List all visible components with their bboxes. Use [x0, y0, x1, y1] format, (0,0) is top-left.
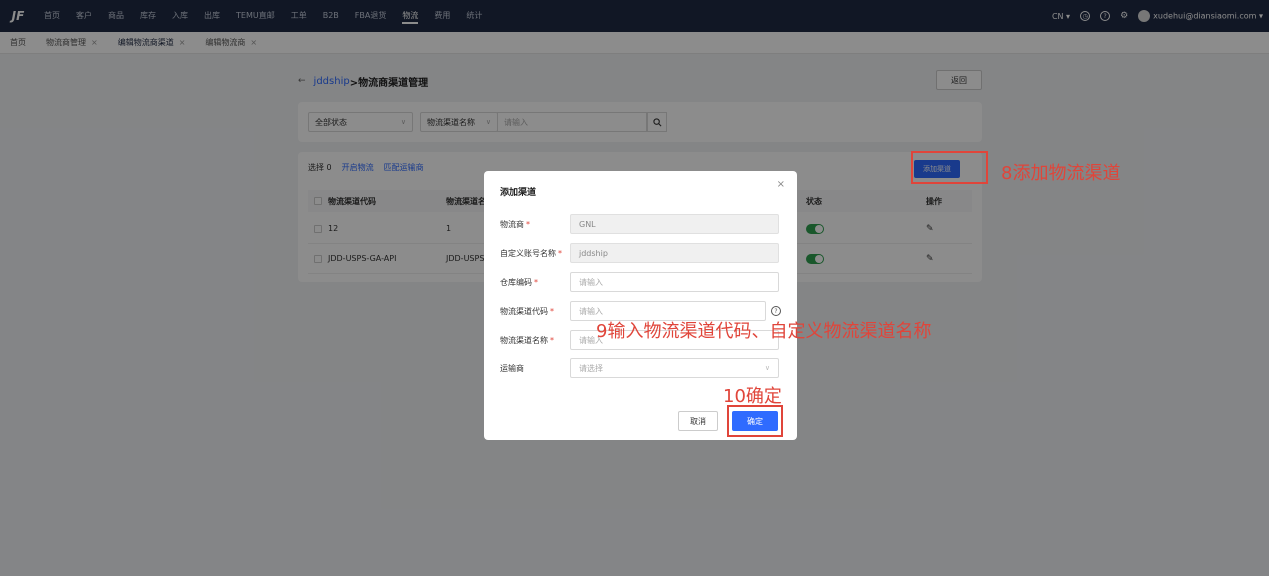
cancel-button[interactable]: 取消	[678, 411, 718, 431]
carrier-select[interactable]: 请选择 ∨	[570, 358, 779, 378]
form-row-account-name: 自定义账号名称 * jddship	[500, 243, 785, 263]
annotation-box-add-channel	[911, 151, 988, 184]
channel-code-label: 物流渠道代码 *	[500, 306, 554, 316]
warehouse-code-label: 仓库编码 *	[500, 277, 538, 287]
chevron-down-icon: ∨	[764, 364, 770, 372]
annotation-step-8: 8添加物流渠道	[1001, 163, 1121, 184]
form-row-provider: 物流商 * GNL	[500, 214, 785, 234]
form-row-warehouse-code: 仓库编码 * 请输入	[500, 272, 785, 292]
annotation-box-confirm	[727, 405, 783, 437]
channel-name-label: 物流渠道名称 *	[500, 335, 554, 345]
close-icon[interactable]: ×	[777, 179, 785, 190]
dialog-title: 添加渠道	[500, 188, 537, 198]
account-name-field: jddship	[570, 243, 779, 263]
form-row-carrier: 运输商 请选择 ∨	[500, 358, 785, 378]
provider-label: 物流商 *	[500, 219, 530, 229]
warehouse-code-input[interactable]: 请输入	[570, 272, 779, 292]
carrier-label: 运输商	[500, 363, 524, 373]
account-name-label: 自定义账号名称 *	[500, 248, 562, 258]
annotation-step-9: 9输入物流渠道代码、自定义物流渠道名称	[596, 321, 932, 342]
carrier-placeholder: 请选择	[579, 363, 603, 373]
provider-field: GNL	[570, 214, 779, 234]
question-circle-icon[interactable]: ?	[771, 306, 781, 316]
